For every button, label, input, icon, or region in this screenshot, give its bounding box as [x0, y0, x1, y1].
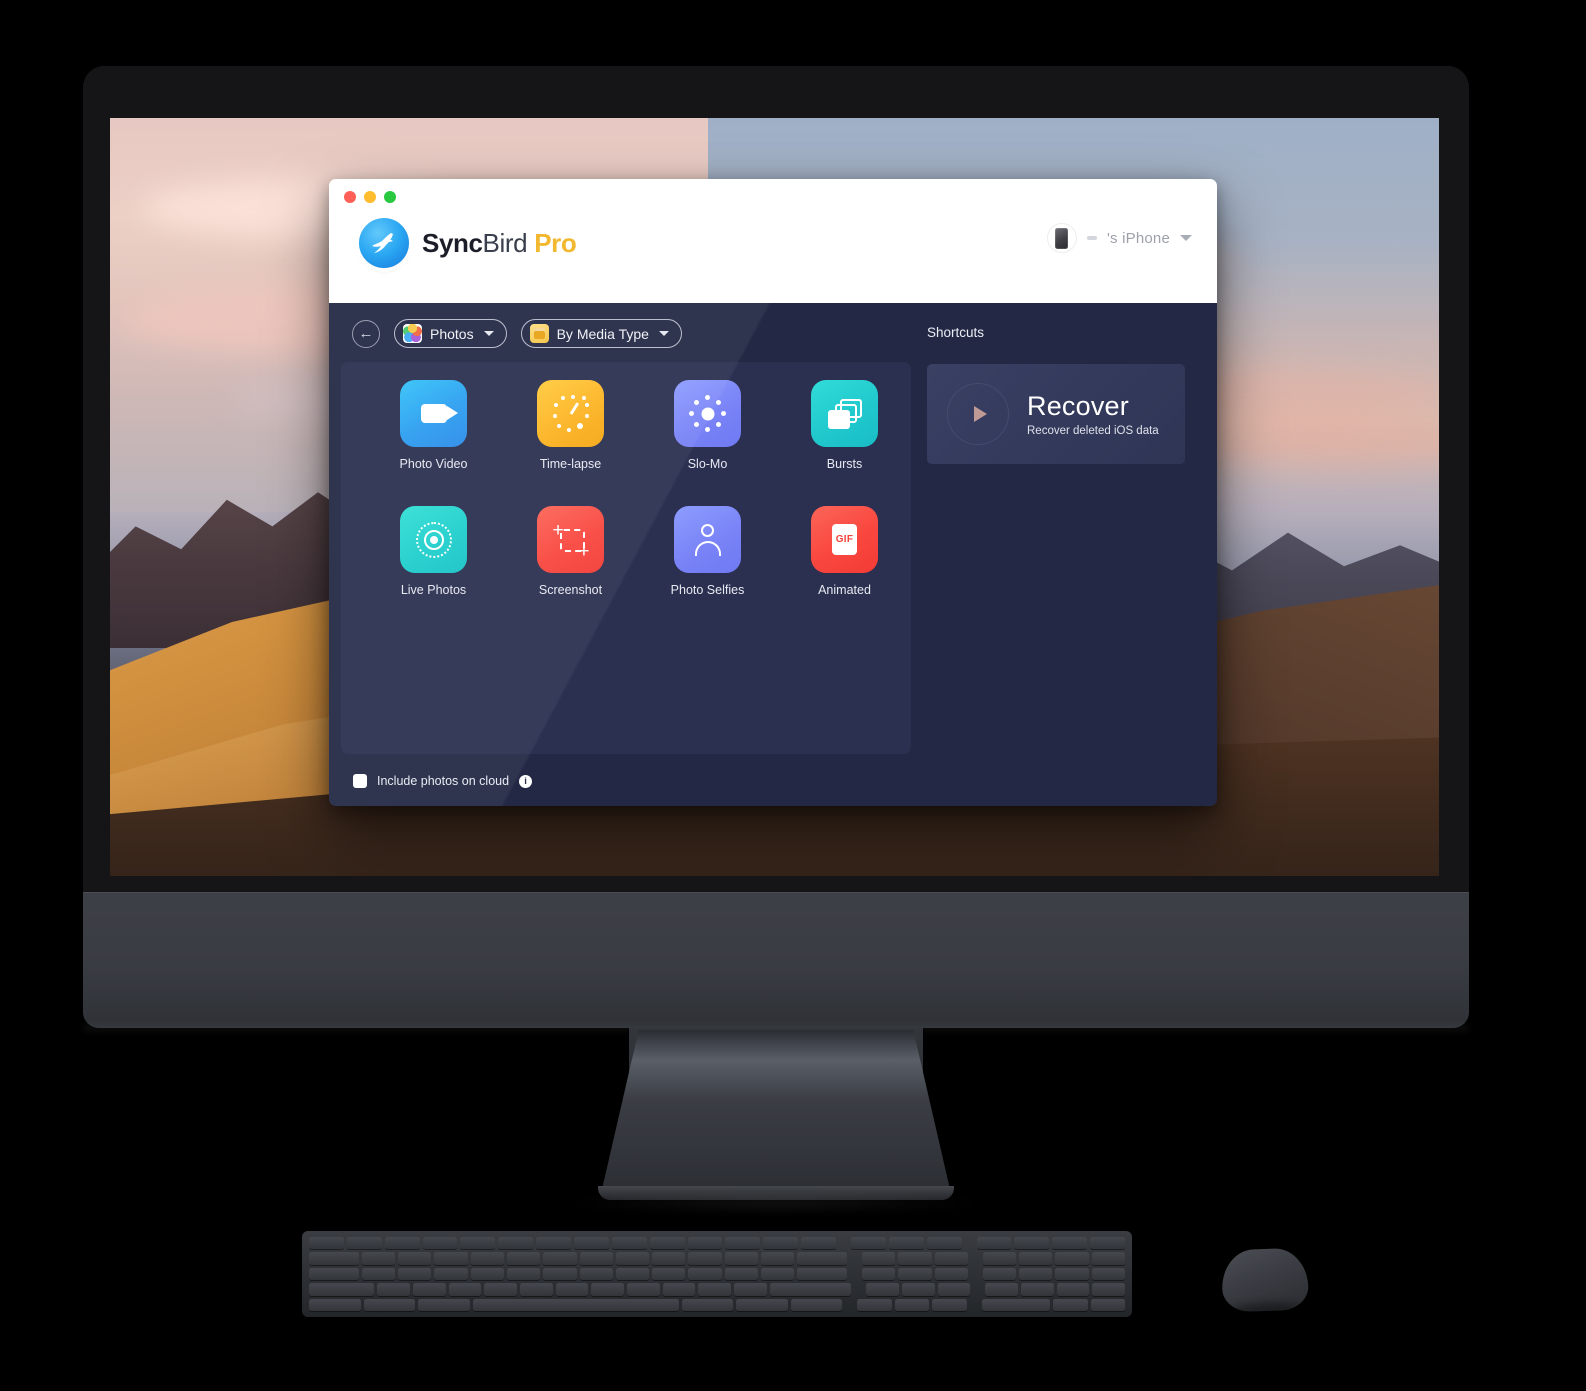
- media-tile-label: Live Photos: [400, 583, 467, 597]
- include-cloud-row: Include photos on cloud i: [353, 774, 533, 788]
- media-tile-photo-video[interactable]: Photo Video: [365, 380, 502, 471]
- chevron-down-icon[interactable]: [1180, 235, 1192, 241]
- media-tile-photo-selfies[interactable]: Photo Selfies: [639, 506, 776, 597]
- media-type-grid: Photo Video Time-lapse Slo-Mo Bursts Liv…: [365, 380, 913, 597]
- app-brand: SyncBird Pro: [359, 218, 577, 268]
- include-cloud-label: Include photos on cloud: [377, 774, 510, 788]
- media-type-icon: [529, 324, 549, 343]
- media-tile-label: Photo Selfies: [670, 583, 745, 597]
- person-icon: [674, 506, 741, 573]
- magic-keyboard[interactable]: [302, 1231, 1132, 1317]
- media-tile-animated[interactable]: GIF Animated: [776, 506, 913, 597]
- media-tile-bursts[interactable]: Bursts: [776, 380, 913, 471]
- play-circle-icon: [947, 383, 1009, 445]
- brand-sync: Sync: [422, 227, 483, 258]
- info-icon[interactable]: i: [519, 774, 533, 788]
- brand-pro: Pro: [534, 227, 577, 258]
- media-tile-label: Time-lapse: [539, 457, 602, 471]
- media-tile-live-photos[interactable]: Live Photos: [365, 506, 502, 597]
- back-arrow-icon[interactable]: ←: [352, 319, 380, 348]
- imac-screen: SyncBird Pro 's iPhone ← Photos By Media…: [110, 118, 1439, 876]
- magic-mouse[interactable]: [1220, 1247, 1310, 1313]
- imac-product-scene: SyncBird Pro 's iPhone ← Photos By Media…: [0, 0, 1586, 1391]
- media-tile-label: Bursts: [826, 457, 863, 471]
- minimize-button[interactable]: [364, 191, 376, 203]
- keyboard-row: [309, 1252, 1125, 1265]
- imac-chin: [83, 892, 1469, 1028]
- media-tile-label: Photo Video: [399, 457, 468, 471]
- grouping-label: By Media Type: [556, 325, 649, 342]
- window-controls: [344, 191, 396, 203]
- category-dropdown[interactable]: Photos: [394, 319, 507, 348]
- timelapse-dial-icon: [537, 380, 604, 447]
- slomo-sun-icon: [674, 380, 741, 447]
- burst-stack-icon: [811, 380, 878, 447]
- chevron-down-icon: [483, 331, 494, 336]
- screenshot-crop-icon: + +: [537, 506, 604, 573]
- keyboard-row: [309, 1283, 1126, 1296]
- iphone-thumbnail: [1046, 223, 1077, 253]
- breadcrumb-toolbar: ← Photos By Media Type: [352, 319, 682, 348]
- recover-title: Recover: [1027, 391, 1129, 421]
- window-body: ← Photos By Media Type Photo Video Time-…: [329, 303, 1217, 806]
- media-tile-screenshot[interactable]: + + Screenshot: [502, 506, 639, 597]
- live-photo-icon: [400, 506, 467, 573]
- chevron-down-icon: [658, 331, 669, 336]
- app-title: SyncBird Pro: [422, 227, 577, 259]
- shortcuts-heading: Shortcuts: [927, 325, 985, 340]
- device-selector[interactable]: 's iPhone: [1046, 223, 1192, 253]
- device-name-redaction: [1086, 236, 1097, 240]
- keyboard-row: [309, 1237, 1126, 1250]
- include-cloud-checkbox[interactable]: [353, 774, 367, 788]
- media-tile-label: Animated: [818, 583, 871, 597]
- recover-subtitle: Recover deleted iOS data: [1027, 425, 1159, 437]
- imac-stand-shadow: [560, 1192, 990, 1214]
- grouping-dropdown[interactable]: By Media Type: [520, 319, 682, 348]
- window-titlebar: SyncBird Pro 's iPhone: [329, 179, 1217, 303]
- device-name: 's iPhone: [1106, 229, 1170, 247]
- close-button[interactable]: [344, 191, 356, 203]
- imac-stand: [600, 1030, 952, 1198]
- media-tile-label: Slo-Mo: [687, 457, 728, 471]
- photos-app-icon: [403, 324, 422, 343]
- syncbird-pro-window: SyncBird Pro 's iPhone ← Photos By Media…: [329, 179, 1217, 806]
- media-tile-label: Screenshot: [538, 583, 603, 597]
- keyboard-row: [309, 1267, 1125, 1281]
- recover-shortcut-card[interactable]: Recover Recover deleted iOS data: [927, 364, 1185, 464]
- zoom-button[interactable]: [384, 191, 396, 203]
- syncbird-bird-logo: [359, 218, 409, 268]
- gif-badge: GIF: [832, 524, 857, 555]
- media-tile-time-lapse[interactable]: Time-lapse: [502, 380, 639, 471]
- category-label: Photos: [430, 325, 474, 342]
- video-camera-icon: [400, 380, 467, 447]
- media-type-panel: Photo Video Time-lapse Slo-Mo Bursts Liv…: [341, 362, 911, 754]
- gif-card-icon: GIF: [811, 506, 878, 573]
- brand-bird: Bird: [482, 227, 528, 258]
- media-tile-slo-mo[interactable]: Slo-Mo: [639, 380, 776, 471]
- keyboard-row: [309, 1298, 1125, 1312]
